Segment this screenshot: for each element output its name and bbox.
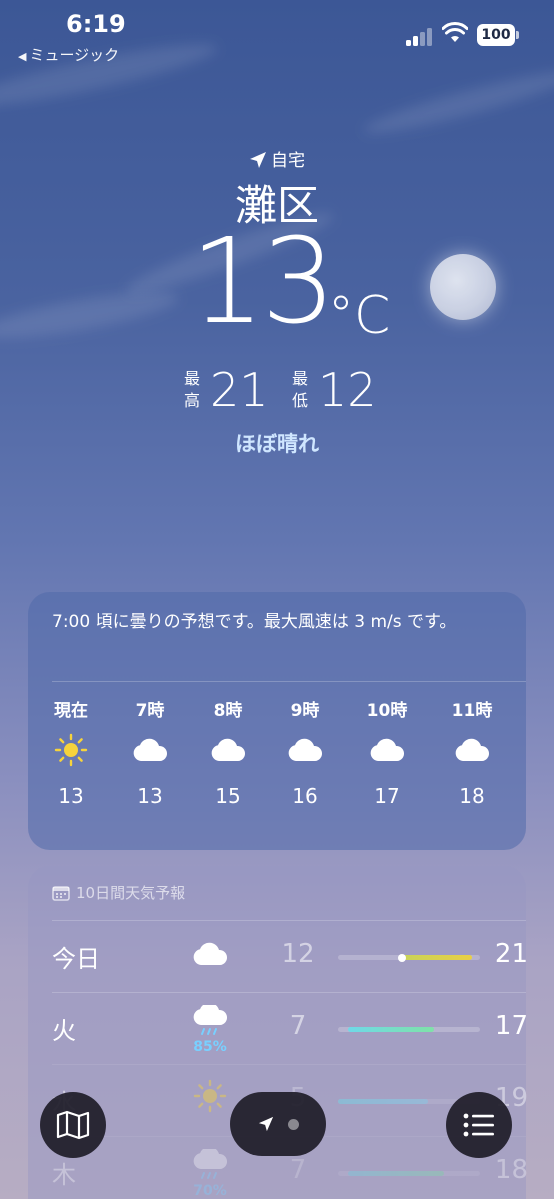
hour-label: 8時	[213, 701, 243, 721]
high-label: 最高	[184, 369, 201, 410]
list-icon	[463, 1113, 494, 1137]
low-value: 12	[318, 363, 377, 417]
sun-icon	[182, 1077, 238, 1117]
hourly-forecast-card[interactable]: 7:00 頃に曇りの予想です。最大風速は 3 m/s です。 現在 13 7時 …	[28, 592, 526, 850]
battery-icon: 100	[477, 24, 519, 46]
ten-day-header: 10日間天気予報	[52, 882, 185, 903]
hour-label: 現在	[54, 701, 88, 721]
back-to-app-link[interactable]: ◀ ミュージック	[18, 44, 119, 65]
precip-probability: 85%	[193, 1039, 227, 1055]
rain-icon: 85%	[182, 1002, 238, 1055]
low-label: 最低	[292, 369, 309, 410]
status-bar: 6:19 ◀ ミュージック 100	[0, 0, 554, 70]
hour-label: 11時	[451, 701, 493, 721]
hourly-item: 7時 13	[111, 696, 189, 808]
cloud-icon	[433, 720, 511, 780]
cloud-icon	[348, 720, 426, 780]
cloud-streak	[0, 282, 182, 348]
current-temp-dot	[398, 953, 406, 962]
current-temperature: 13	[190, 212, 336, 350]
hourly-summary: 7:00 頃に曇りの予想です。最大風速は 3 m/s です。	[52, 612, 457, 632]
moon-image	[430, 254, 496, 320]
back-arrow-icon: ◀	[18, 50, 27, 63]
map-icon	[56, 1110, 90, 1140]
location-arrow-icon	[250, 152, 266, 168]
status-time: 6:19	[66, 10, 126, 38]
daily-row[interactable]: 火 85% 7 17	[52, 992, 528, 1064]
hourly-item: 11時 18	[433, 696, 511, 808]
signal-icon	[406, 28, 434, 46]
cloud-icon	[182, 933, 238, 971]
hour-temp: 15	[215, 784, 241, 808]
cloud-icon	[189, 720, 267, 780]
day-low: 7	[289, 1011, 307, 1041]
hourly-item: 10時 17	[348, 696, 426, 808]
page-dot	[287, 1118, 299, 1130]
day-low: 7	[289, 1155, 307, 1185]
calendar-icon	[52, 886, 70, 901]
ten-day-title: 10日間天気予報	[76, 884, 186, 902]
hour-temp: 18	[459, 784, 485, 808]
daily-row[interactable]: 今日 12 21	[52, 920, 528, 992]
hour-temp: 16	[292, 784, 318, 808]
day-low: 12	[281, 939, 315, 969]
hour-temp: 13	[137, 784, 163, 808]
list-button[interactable]	[446, 1092, 512, 1158]
temp-range-bar	[338, 1171, 480, 1176]
temperature-unit: °C	[328, 286, 391, 346]
precip-probability: 70%	[193, 1183, 227, 1199]
hourly-item: 8時 15	[189, 696, 267, 808]
high-value: 21	[210, 363, 269, 417]
weather-condition: ほぼ晴れ	[235, 432, 319, 456]
day-high: 21	[494, 939, 528, 969]
hour-temp: 17	[374, 784, 400, 808]
location-arrow-icon	[258, 1116, 273, 1132]
location-label-text: 自宅	[271, 151, 305, 171]
divider	[52, 681, 526, 682]
hour-label: 7時	[135, 701, 165, 721]
rain-icon: 70%	[182, 1146, 238, 1199]
hour-label: 9時	[290, 701, 320, 721]
temp-range-bar	[338, 953, 480, 962]
day-high: 17	[494, 1011, 528, 1041]
hour-label: 10時	[366, 701, 408, 721]
day-high: 18	[494, 1155, 528, 1185]
map-button[interactable]	[40, 1092, 106, 1158]
sun-icon	[32, 720, 110, 780]
hourly-item: 現在 13	[32, 696, 110, 808]
back-app-label: ミュージック	[29, 46, 120, 64]
location-page-indicator[interactable]	[230, 1092, 326, 1156]
cloud-icon	[266, 720, 344, 780]
cloud-streak	[360, 61, 554, 143]
temp-range-bar	[338, 1027, 480, 1032]
hour-temp: 13	[58, 784, 84, 808]
current-location-label: 自宅	[0, 146, 554, 171]
wifi-icon	[442, 22, 468, 42]
hourly-item: 9時 16	[266, 696, 344, 808]
day-label: 火	[52, 1017, 76, 1045]
day-label: 今日	[52, 945, 100, 973]
day-label: 木	[52, 1161, 76, 1189]
cloud-icon	[111, 720, 189, 780]
